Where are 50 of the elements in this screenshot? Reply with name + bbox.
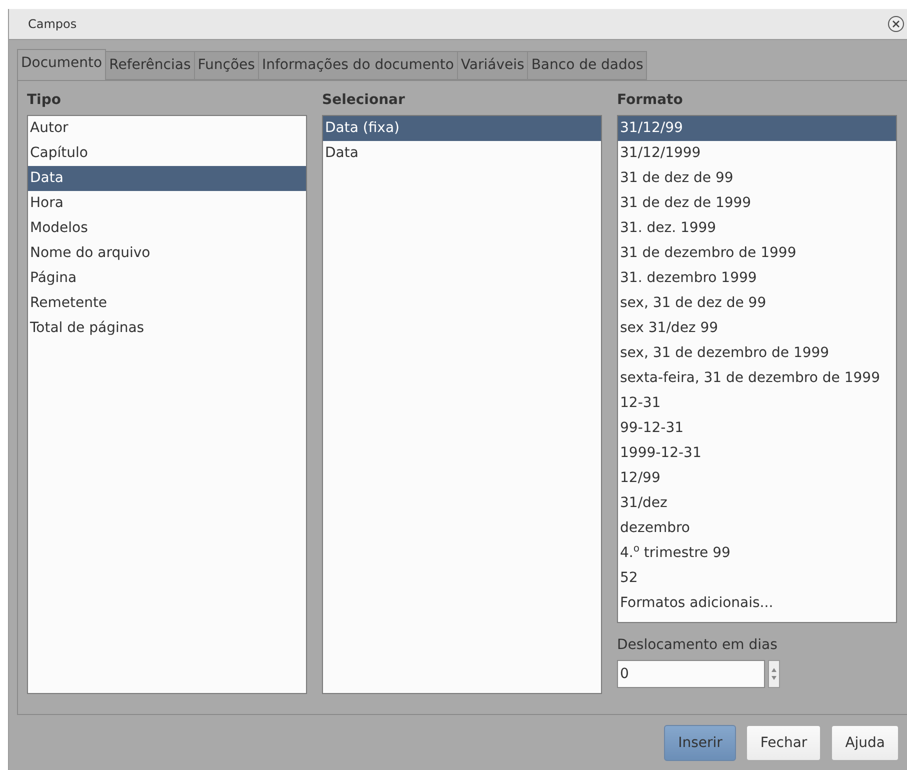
list-heading: Formato (617, 91, 684, 110)
list-item[interactable]: Formatos adicionais... (618, 591, 896, 616)
list-item[interactable]: Página (28, 266, 306, 291)
list-item[interactable]: 12/99 (618, 466, 896, 491)
tab[interactable]: Funções (194, 51, 259, 80)
list-item[interactable]: 31. dezembro 1999 (618, 266, 896, 291)
list-heading: Selecionar (322, 91, 406, 110)
tab[interactable]: Documento (17, 49, 106, 80)
spin-arrows-icon (771, 666, 777, 682)
list-item[interactable]: 31 de dez de 99 (618, 166, 896, 191)
list-item[interactable]: Data (28, 166, 306, 191)
list-item[interactable]: sex 31/dez 99 (618, 316, 896, 341)
field-label: Deslocamento em dias (617, 637, 778, 653)
list-item[interactable]: 31 de dez de 1999 (618, 191, 896, 216)
list-item[interactable]: Data (323, 141, 601, 166)
dialog-button[interactable]: Ajuda (831, 725, 899, 761)
list-item[interactable]: dezembro (618, 516, 896, 541)
list-item[interactable]: Data (fixa) (323, 116, 601, 141)
list-item[interactable]: 31. dez. 1999 (618, 216, 896, 241)
list-item[interactable]: Nome do arquivo (28, 241, 306, 266)
window-title: Campos (28, 17, 77, 31)
list-item[interactable]: Autor (28, 116, 306, 141)
list-item[interactable]: sex, 31 de dezembro de 1999 (618, 341, 896, 366)
number-field[interactable]: 0 (617, 660, 765, 688)
list-item[interactable]: 99-12-31 (618, 416, 896, 441)
tab[interactable]: Banco de dados (527, 51, 648, 80)
tab[interactable]: Variáveis (456, 51, 528, 80)
list-heading: Tipo (27, 91, 62, 110)
close-button[interactable] (888, 16, 904, 32)
close-icon (892, 20, 900, 28)
list-item[interactable]: Capítulo (28, 141, 306, 166)
list-item[interactable]: 31/dez (618, 491, 896, 516)
list-item[interactable]: 4.$^{o}$ trimestre 99 (618, 541, 896, 566)
list-item[interactable]: Hora (28, 191, 306, 216)
list-item[interactable]: sexta-feira, 31 de dezembro de 1999 (618, 366, 896, 391)
list-item[interactable]: 31/12/1999 (618, 141, 896, 166)
tab[interactable]: Informações do documento (258, 51, 458, 80)
list-item[interactable]: 31/12/99 (618, 116, 896, 141)
list-item[interactable]: Total de páginas (28, 316, 306, 341)
list-item[interactable]: 12-31 (618, 391, 896, 416)
list-item[interactable]: 52 (618, 566, 896, 591)
list-item[interactable]: 1999-12-31 (618, 441, 896, 466)
tab[interactable]: Referências (105, 51, 195, 80)
dialog-button[interactable]: Inserir (664, 725, 736, 761)
list-item[interactable]: Remetente (28, 291, 306, 316)
list-item[interactable]: 31 de dezembro de 1999 (618, 241, 896, 266)
list-item[interactable]: Modelos (28, 216, 306, 241)
spin-button[interactable] (768, 660, 780, 688)
list-item[interactable]: sex, 31 de dez de 99 (618, 291, 896, 316)
dialog-button[interactable]: Fechar (746, 725, 822, 761)
